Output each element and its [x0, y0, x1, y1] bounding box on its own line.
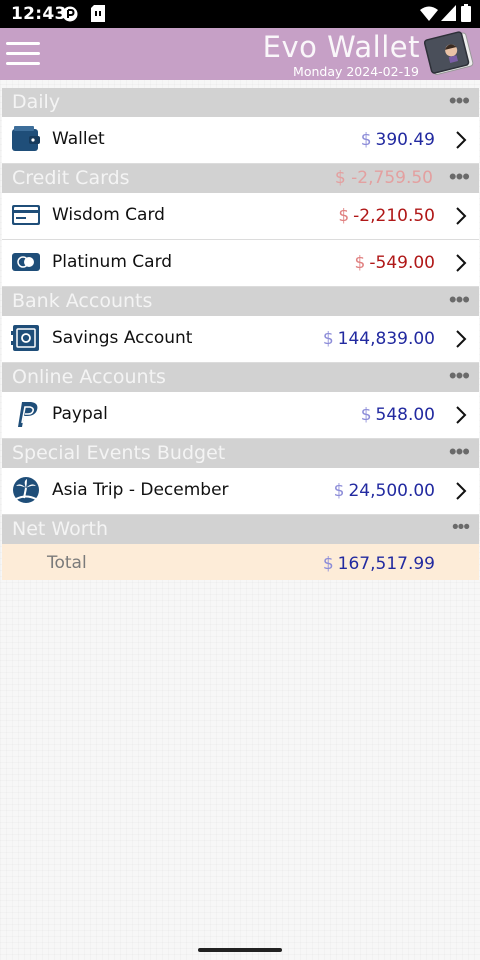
- wallet-icon: [12, 126, 40, 151]
- card-chip-icon: [12, 253, 40, 271]
- hamburger-menu-icon[interactable]: [6, 42, 40, 66]
- section-header-daily[interactable]: Daily •••: [2, 88, 479, 117]
- header-date: Monday 2024-02-19: [293, 64, 419, 79]
- section-header-credit-cards[interactable]: Credit Cards $ -2,759.50 •••: [2, 164, 479, 193]
- section-header-special-events[interactable]: Special Events Budget •••: [2, 439, 479, 468]
- account-balance: $390.49: [360, 130, 435, 150]
- more-options-icon[interactable]: •••: [449, 363, 470, 389]
- account-row-wisdom-card[interactable]: Wisdom Card $ -2,210.50: [2, 193, 479, 240]
- app-title: Evo Wallet: [262, 30, 420, 64]
- gesture-home-bar[interactable]: [198, 948, 282, 952]
- section-header-online-accounts[interactable]: Online Accounts •••: [2, 363, 479, 392]
- section-name: Bank Accounts: [12, 290, 153, 312]
- section-header-net-worth[interactable]: Net Worth •••: [2, 515, 479, 544]
- account-row-platinum-card[interactable]: Platinum Card $ -549.00: [2, 240, 479, 287]
- account-name: Savings Account: [52, 328, 193, 348]
- section-name: Credit Cards: [12, 167, 130, 189]
- battery-icon: [461, 4, 471, 22]
- section-header-bank-accounts[interactable]: Bank Accounts •••: [2, 287, 479, 316]
- account-name: Wisdom Card: [52, 205, 165, 225]
- data-saver-icon: [62, 6, 78, 22]
- chevron-right-icon: [456, 406, 467, 424]
- net-worth-total-row: Total $167,517.99: [2, 544, 479, 580]
- status-time: 12:43: [11, 4, 67, 24]
- account-name: Wallet: [52, 129, 105, 149]
- account-balance: $ -2,210.50: [338, 206, 435, 226]
- island-icon: [13, 477, 39, 503]
- account-row-wallet[interactable]: Wallet $390.49: [2, 117, 479, 164]
- account-balance: $144,839.00: [322, 329, 435, 349]
- more-options-icon[interactable]: •••: [449, 88, 470, 114]
- chevron-right-icon: [456, 207, 467, 225]
- total-label: Total: [47, 553, 87, 573]
- account-balance: $548.00: [360, 405, 435, 425]
- wallet-book-icon: [424, 31, 474, 75]
- section-name: Online Accounts: [12, 366, 166, 388]
- account-row-asia-trip[interactable]: Asia Trip - December $24,500.00: [2, 468, 479, 515]
- more-options-icon[interactable]: •••: [452, 517, 470, 539]
- accounts-list: Daily ••• Wallet $390.49 Credit Cards $ …: [2, 88, 479, 580]
- chevron-right-icon: [456, 330, 467, 348]
- account-balance: $ -549.00: [354, 253, 435, 273]
- credit-card-icon: [12, 205, 40, 225]
- section-total: $ -2,759.50: [334, 168, 433, 188]
- net-worth-amount: $167,517.99: [322, 554, 435, 574]
- account-row-savings-account[interactable]: Savings Account $144,839.00: [2, 316, 479, 363]
- wifi-icon: [420, 6, 438, 21]
- more-options-icon[interactable]: •••: [449, 439, 470, 465]
- account-name: Paypal: [52, 404, 108, 424]
- status-bar: 12:43: [0, 0, 480, 28]
- paypal-icon: [18, 402, 38, 427]
- app-header: Evo Wallet Monday 2024-02-19: [0, 28, 480, 80]
- chevron-right-icon: [456, 254, 467, 272]
- account-name: Platinum Card: [52, 252, 173, 272]
- section-name: Daily: [12, 91, 61, 113]
- account-name: Asia Trip - December: [52, 480, 229, 500]
- section-name: Special Events Budget: [12, 442, 226, 464]
- safe-icon: [11, 325, 39, 351]
- account-balance: $24,500.00: [333, 481, 435, 501]
- sim-card-icon: [91, 5, 105, 22]
- section-name: Net Worth: [12, 518, 108, 540]
- more-options-icon[interactable]: •••: [449, 164, 470, 190]
- signal-icon: [441, 5, 456, 21]
- chevron-right-icon: [456, 131, 467, 149]
- chevron-right-icon: [456, 482, 467, 500]
- account-row-paypal[interactable]: Paypal $548.00: [2, 392, 479, 439]
- more-options-icon[interactable]: •••: [449, 287, 470, 313]
